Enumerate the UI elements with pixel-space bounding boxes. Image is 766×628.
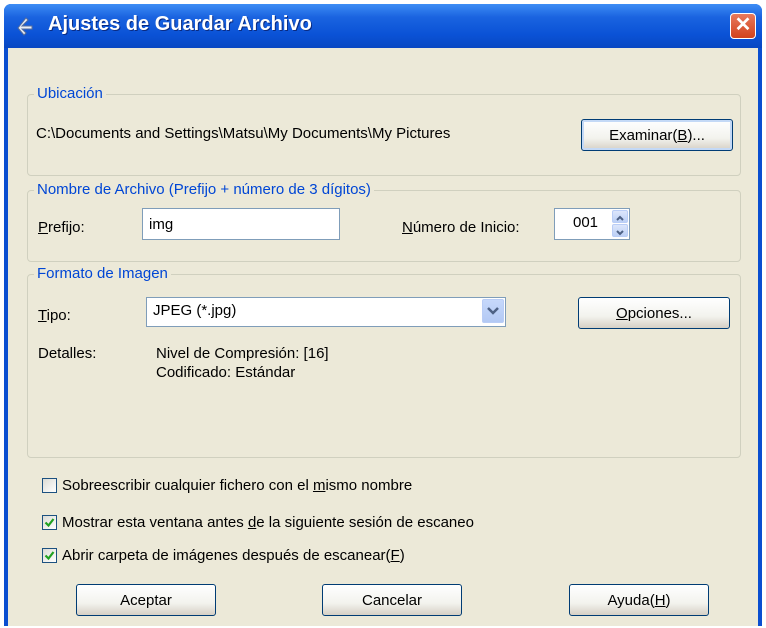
options-button[interactable]: Opciones... bbox=[578, 297, 730, 329]
spin-down-button[interactable] bbox=[612, 224, 628, 237]
overwrite-label[interactable]: Sobreescribir cualquier fichero con el m… bbox=[62, 477, 412, 494]
prefix-input[interactable] bbox=[142, 208, 340, 240]
format-group: Formato de Imagen Tipo: JPEG (*.jpg) Opc… bbox=[27, 265, 741, 458]
start-number-label: Número de Inicio: bbox=[402, 219, 520, 236]
filename-group-title: Nombre de Archivo (Prefijo + número de 3… bbox=[34, 181, 374, 198]
filename-group: Nombre de Archivo (Prefijo + número de 3… bbox=[27, 181, 741, 262]
spin-arrows-icon bbox=[612, 210, 628, 238]
format-group-title: Formato de Imagen bbox=[34, 265, 171, 282]
chevron-down-icon[interactable] bbox=[482, 299, 504, 323]
location-group-title: Ubicación bbox=[34, 85, 106, 102]
open-folder-label[interactable]: Abrir carpeta de imágenes después de esc… bbox=[62, 547, 405, 564]
dialog-title: Ajustes de Guardar Archivo bbox=[48, 13, 312, 35]
cancel-button[interactable]: Cancelar bbox=[322, 584, 462, 616]
prefix-label: Prefijo: bbox=[38, 219, 85, 236]
open-folder-checkbox[interactable] bbox=[42, 548, 57, 563]
help-button[interactable]: Ayuda(H) bbox=[569, 584, 709, 616]
location-group: Ubicación C:\Documents and Settings\Mats… bbox=[27, 85, 741, 176]
close-icon: ✕ bbox=[734, 14, 752, 36]
type-label: Tipo: bbox=[38, 307, 71, 324]
type-value: JPEG (*.jpg) bbox=[153, 302, 237, 319]
start-number-value: 001 bbox=[573, 214, 599, 231]
location-path: C:\Documents and Settings\Matsu\My Docum… bbox=[36, 125, 451, 142]
details-compression: Nivel de Compresión: [16] bbox=[156, 345, 329, 362]
type-dropdown[interactable]: JPEG (*.jpg) bbox=[146, 297, 506, 327]
title-bar[interactable]: Ajustes de Guardar Archivo ✕ bbox=[4, 4, 762, 48]
start-number-spinner[interactable]: 001 bbox=[554, 208, 630, 240]
dialog-body: Ubicación C:\Documents and Settings\Mats… bbox=[8, 48, 758, 626]
dialog-window: Ajustes de Guardar Archivo ✕ Ubicación C… bbox=[4, 4, 762, 626]
show-window-label[interactable]: Mostrar esta ventana antes de la siguien… bbox=[62, 514, 474, 531]
overwrite-checkbox[interactable] bbox=[42, 478, 57, 493]
scanner-app-icon bbox=[17, 17, 33, 36]
details-encoding: Codificado: Estándar bbox=[156, 364, 296, 381]
details-label: Detalles: bbox=[38, 345, 97, 362]
spin-up-button[interactable] bbox=[612, 210, 628, 223]
browse-button[interactable]: Examinar(B)... bbox=[581, 119, 733, 151]
checkmark-icon bbox=[44, 551, 55, 561]
close-button[interactable]: ✕ bbox=[730, 13, 756, 39]
checkmark-icon bbox=[44, 518, 55, 528]
ok-button[interactable]: Aceptar bbox=[76, 584, 216, 616]
show-window-checkbox[interactable] bbox=[42, 515, 57, 530]
